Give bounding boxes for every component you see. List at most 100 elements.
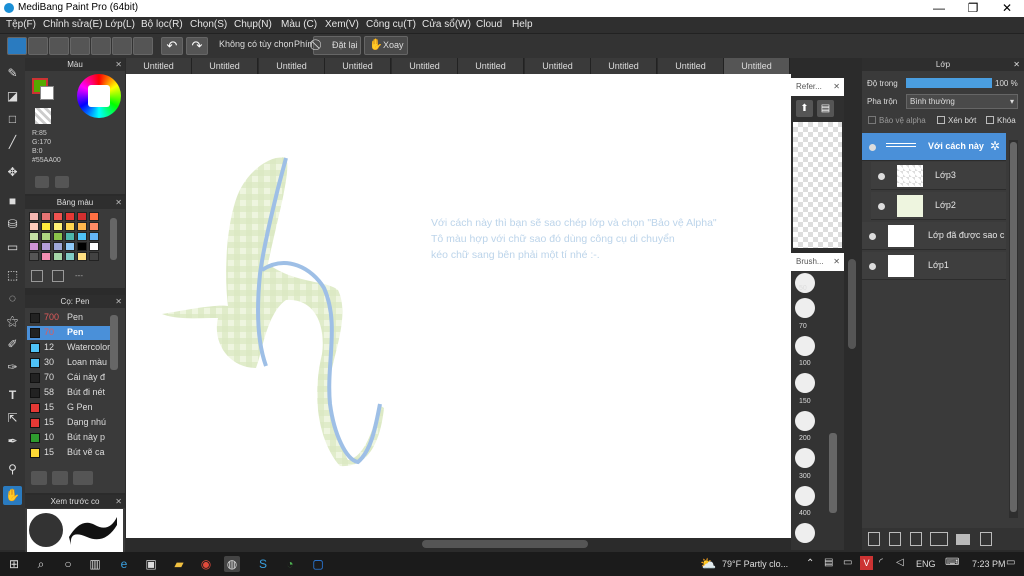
- brush-size-dot[interactable]: [795, 298, 815, 318]
- brush-item[interactable]: 15 Bút vẽ ca: [27, 446, 111, 460]
- tab-untitled-6[interactable]: Untitled: [458, 58, 524, 74]
- layout-icon[interactable]: [133, 37, 153, 55]
- panel-close-icon[interactable]: ✕: [833, 253, 840, 271]
- message-icon[interactable]: [70, 37, 90, 55]
- add-brush-icon[interactable]: [52, 471, 68, 485]
- brush-scrollbar[interactable]: [110, 315, 118, 370]
- palette-swatch[interactable]: [41, 232, 51, 241]
- delete-palette-icon[interactable]: [52, 270, 64, 282]
- palette-swatch[interactable]: [29, 212, 39, 221]
- palette-swatch[interactable]: [77, 242, 87, 251]
- menu-file[interactable]: Tệp(F): [6, 19, 36, 30]
- share-icon[interactable]: [28, 37, 48, 55]
- eraser-tool-icon[interactable]: ◪: [3, 87, 22, 106]
- rotate-button[interactable]: ✋ Xoay: [364, 36, 408, 55]
- visibility-eye-icon[interactable]: [869, 144, 876, 151]
- brush-settings-icon[interactable]: [31, 471, 47, 485]
- palette-swatch[interactable]: [53, 242, 63, 251]
- magic-wand-tool-icon[interactable]: ⚝: [3, 312, 22, 331]
- palette-swatch[interactable]: [29, 252, 39, 261]
- color-wheel[interactable]: [77, 74, 121, 118]
- upload-icon[interactable]: ⬆: [796, 100, 813, 117]
- brush-tool-icon[interactable]: ✎: [3, 64, 22, 83]
- drawing-canvas[interactable]: Với cách này thì bạn sẽ sao chép lớp và …: [126, 74, 791, 538]
- palette-swatch[interactable]: [65, 232, 75, 241]
- visibility-eye-icon[interactable]: [878, 203, 885, 210]
- palette-swatch[interactable]: [65, 252, 75, 261]
- palette-swatch[interactable]: [53, 252, 63, 261]
- palette-scrollbar[interactable]: [110, 218, 117, 260]
- network-icon[interactable]: ▤: [824, 557, 833, 568]
- visibility-eye-icon[interactable]: [878, 173, 885, 180]
- brush-item[interactable]: 30 Loan màu: [27, 356, 111, 370]
- palette-swatch[interactable]: [41, 252, 51, 261]
- select-eraser-tool-icon[interactable]: ✑: [3, 358, 22, 377]
- grid-icon[interactable]: [112, 37, 132, 55]
- move-tool-icon[interactable]: ✥: [3, 163, 22, 182]
- tab-untitled-8[interactable]: Untitled: [591, 58, 657, 74]
- search-icon[interactable]: ⌕: [33, 556, 49, 572]
- palette-swatch[interactable]: [89, 222, 99, 231]
- brush-item[interactable]: 58 Bút đi nét: [27, 386, 111, 400]
- text-tool-icon[interactable]: T: [3, 386, 22, 405]
- store-icon[interactable]: ▣: [143, 556, 159, 572]
- palette-mode-icon[interactable]: [35, 176, 49, 188]
- protect-alpha-checkbox[interactable]: [868, 116, 876, 124]
- select-pen-tool-icon[interactable]: ✐: [3, 335, 22, 354]
- tab-untitled-10[interactable]: Untitled: [724, 58, 790, 74]
- weather-text[interactable]: 79°F Partly clo...: [722, 559, 788, 569]
- panel-close-icon[interactable]: ✕: [1013, 58, 1020, 71]
- menu-select[interactable]: Chọn(S): [190, 19, 227, 30]
- chrome-icon[interactable]: ◉: [198, 556, 214, 572]
- new-bit-layer-icon[interactable]: [910, 532, 922, 546]
- new-layer-icon[interactable]: [868, 532, 880, 546]
- palette-swatch[interactable]: [77, 212, 87, 221]
- lock-checkbox[interactable]: [986, 116, 994, 124]
- brush-item[interactable]: 70 Cái này đ: [27, 371, 111, 385]
- brush-size-scrollbar[interactable]: [829, 433, 837, 513]
- clipping-checkbox[interactable]: [937, 116, 945, 124]
- brush-menu-icon[interactable]: [73, 471, 93, 485]
- brush-size-dot[interactable]: [795, 485, 815, 506]
- blend-mode-select[interactable]: Bình thường ▾: [906, 94, 1018, 109]
- palette-swatch[interactable]: [65, 212, 75, 221]
- brush-item[interactable]: 15 Dạng nhú: [27, 416, 111, 430]
- undo-button[interactable]: ↶: [161, 37, 183, 55]
- operation-tool-icon[interactable]: ⇱: [3, 409, 22, 428]
- brush-size-dot[interactable]: [795, 523, 815, 543]
- page-icon[interactable]: [91, 37, 111, 55]
- layer-row[interactable]: Lớp1: [862, 252, 1006, 280]
- tab-untitled-5[interactable]: Untitled: [392, 58, 458, 74]
- new-palette-icon[interactable]: [31, 270, 43, 282]
- tab-untitled-9[interactable]: Untitled: [658, 58, 724, 74]
- menu-capture[interactable]: Chụp(N): [234, 19, 272, 30]
- cloud-icon[interactable]: [7, 37, 27, 55]
- gradient-tool-icon[interactable]: ▭: [3, 238, 22, 257]
- palette-swatch[interactable]: [53, 212, 63, 221]
- brush-size-dot[interactable]: [795, 335, 815, 356]
- skype-icon[interactable]: S: [255, 556, 271, 572]
- menu-color[interactable]: Màu (C): [281, 19, 317, 30]
- lasso-tool-icon[interactable]: ◌: [3, 289, 22, 308]
- transparent-color-swatch[interactable]: [35, 108, 51, 124]
- panel-close-icon[interactable]: ✕: [115, 196, 122, 209]
- opacity-slider[interactable]: [906, 78, 992, 88]
- clock-time[interactable]: 7:23 PM: [972, 559, 1006, 569]
- brush-item[interactable]: 700 Pen: [27, 311, 111, 325]
- menu-cloud[interactable]: Cloud: [476, 19, 502, 30]
- layer-row[interactable]: Lớp3: [871, 162, 1006, 190]
- menu-view[interactable]: Xem(V): [325, 19, 359, 30]
- duplicate-layer-icon[interactable]: [980, 532, 992, 546]
- eyedropper-icon[interactable]: ⚲: [3, 460, 22, 479]
- edge-icon[interactable]: e: [116, 556, 132, 572]
- folder-icon[interactable]: ▤: [817, 100, 834, 117]
- folder-icon[interactable]: [956, 534, 970, 545]
- palette-swatch[interactable]: [41, 222, 51, 231]
- tab-untitled-4[interactable]: Untitled: [325, 58, 391, 74]
- dropper-tool-icon[interactable]: ✒: [3, 432, 22, 451]
- layer-row[interactable]: Lớp đã được sao c: [862, 222, 1006, 250]
- palette-swatch[interactable]: [77, 222, 87, 231]
- menu-tools[interactable]: Công cụ(T): [366, 19, 416, 30]
- layer-menu-icon[interactable]: [930, 532, 948, 546]
- palette-swatch[interactable]: [77, 252, 87, 261]
